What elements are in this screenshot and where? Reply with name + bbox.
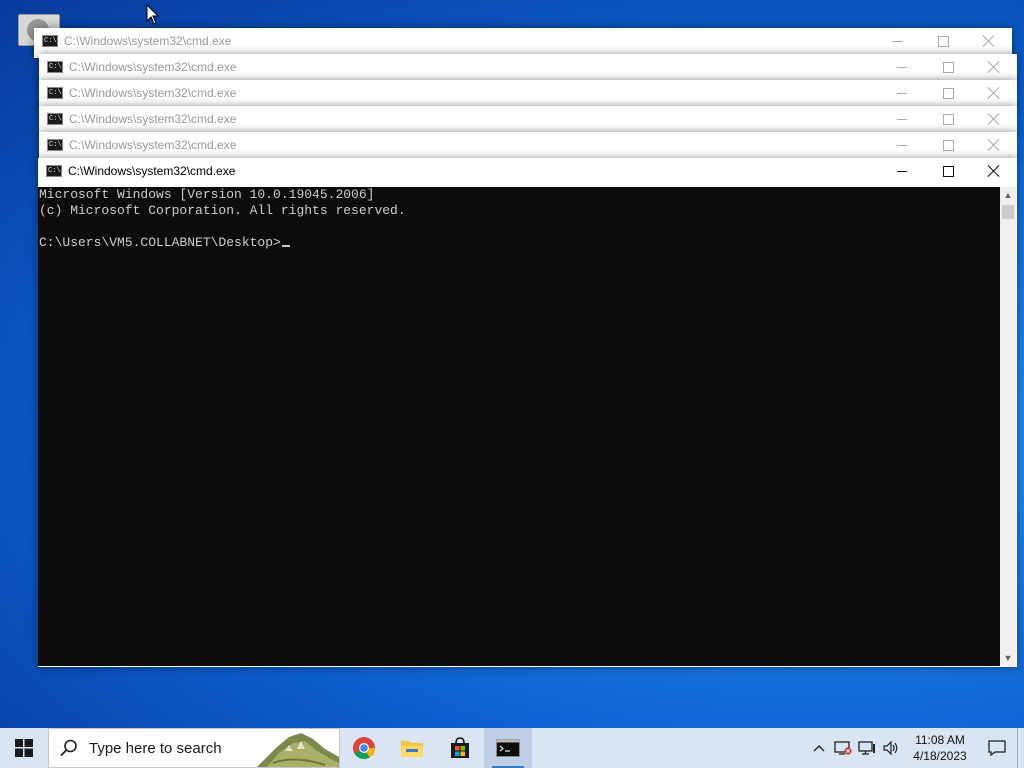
clock-date: 4/18/2023: [913, 749, 967, 763]
file-explorer-icon: [401, 741, 423, 757]
text-cursor: [281, 245, 290, 247]
notification-icon: [988, 740, 1006, 756]
cmd-icon: C:\.: [47, 139, 66, 151]
search-placeholder: Type here to search: [89, 739, 222, 757]
minimize-button[interactable]: [874, 28, 920, 54]
taskbar: Type here to search 11:08 AM 4/18/2023: [0, 728, 1024, 768]
scrollbar-thumb[interactable]: [1002, 205, 1014, 219]
window-title: C:\Windows\system32\cmd.exe: [68, 164, 236, 178]
console-prompt: C:\Users\VM5.COLLABNET\Desktop>: [39, 235, 281, 250]
taskbar-file-explorer[interactable]: [388, 728, 436, 768]
maximize-button[interactable]: [925, 158, 971, 184]
clock-time: 11:08 AM: [915, 733, 965, 747]
window-title: C:\Windows\system32\cmd.exe: [69, 112, 237, 126]
maximize-button[interactable]: [925, 106, 971, 132]
console-line: (c) Microsoft Corporation. All rights re…: [39, 203, 406, 218]
scroll-up-arrow-icon[interactable]: ▲: [1000, 187, 1016, 203]
show-desktop-button[interactable]: [1017, 728, 1024, 768]
scroll-down-arrow-icon[interactable]: ▼: [1000, 650, 1016, 666]
close-button[interactable]: [971, 132, 1017, 158]
microsoft-store-icon: [451, 737, 469, 758]
cmd-icon: C:\.: [42, 35, 61, 47]
minimize-button[interactable]: [879, 106, 925, 132]
search-highlight-image: [257, 733, 339, 767]
close-button[interactable]: [971, 158, 1017, 184]
close-button[interactable]: [971, 80, 1017, 106]
network-icon[interactable]: [855, 728, 879, 768]
cmd-icon: C:\.: [47, 113, 66, 125]
system-tray: 11:08 AM 4/18/2023: [807, 728, 1024, 768]
windows-logo-icon: [15, 739, 33, 757]
security-alert-icon[interactable]: [831, 728, 855, 768]
close-button[interactable]: [971, 54, 1017, 80]
command-prompt-icon: [496, 739, 520, 757]
maximize-button[interactable]: [925, 80, 971, 106]
taskbar-chrome[interactable]: [340, 728, 388, 768]
minimize-button[interactable]: [879, 158, 925, 184]
cmd-icon: C:\.: [47, 61, 66, 73]
title-bar[interactable]: C:\. C:\Windows\system32\cmd.exe: [34, 28, 1012, 54]
minimize-button[interactable]: [879, 54, 925, 80]
console-output[interactable]: Microsoft Windows [Version 10.0.19045.20…: [38, 187, 1000, 666]
close-button[interactable]: [971, 106, 1017, 132]
title-bar[interactable]: C:\. C:\Windows\system32\cmd.exe: [39, 106, 1017, 132]
window-title: C:\Windows\system32\cmd.exe: [69, 60, 237, 74]
start-button[interactable]: [0, 728, 48, 768]
console-prompt-line: C:\Users\VM5.COLLABNET\Desktop>: [38, 235, 1000, 251]
cmd-icon: C:\.: [47, 87, 66, 99]
window-title: C:\Windows\system32\cmd.exe: [69, 138, 237, 152]
maximize-button[interactable]: [920, 28, 966, 54]
action-center-button[interactable]: [977, 728, 1017, 768]
show-hidden-icons-chevron-icon[interactable]: [807, 728, 831, 768]
clock[interactable]: 11:08 AM 4/18/2023: [903, 732, 977, 764]
window-title: C:\Windows\system32\cmd.exe: [64, 34, 232, 48]
maximize-button[interactable]: [925, 54, 971, 80]
taskbar-microsoft-store[interactable]: [436, 728, 484, 768]
minimize-button[interactable]: [879, 80, 925, 106]
volume-icon[interactable]: [879, 728, 903, 768]
title-bar[interactable]: C:\. C:\Windows\system32\cmd.exe: [39, 132, 1017, 158]
chrome-icon: [353, 737, 375, 759]
maximize-button[interactable]: [925, 132, 971, 158]
title-bar[interactable]: C:\. C:\Windows\system32\cmd.exe: [39, 80, 1017, 106]
title-bar[interactable]: C:\. C:\Windows\system32\cmd.exe: [38, 158, 1017, 184]
title-bar[interactable]: C:\. C:\Windows\system32\cmd.exe: [39, 54, 1017, 80]
search-icon: [60, 739, 77, 757]
search-box[interactable]: Type here to search: [48, 728, 340, 768]
taskbar-command-prompt[interactable]: [484, 728, 532, 768]
cmd-icon: C:\.: [46, 165, 65, 177]
minimize-button[interactable]: [879, 132, 925, 158]
console-line: Microsoft Windows [Version 10.0.19045.20…: [39, 187, 375, 202]
window-title: C:\Windows\system32\cmd.exe: [69, 86, 237, 100]
close-button[interactable]: [966, 28, 1012, 54]
vertical-scrollbar[interactable]: ▲ ▼: [1000, 187, 1016, 666]
